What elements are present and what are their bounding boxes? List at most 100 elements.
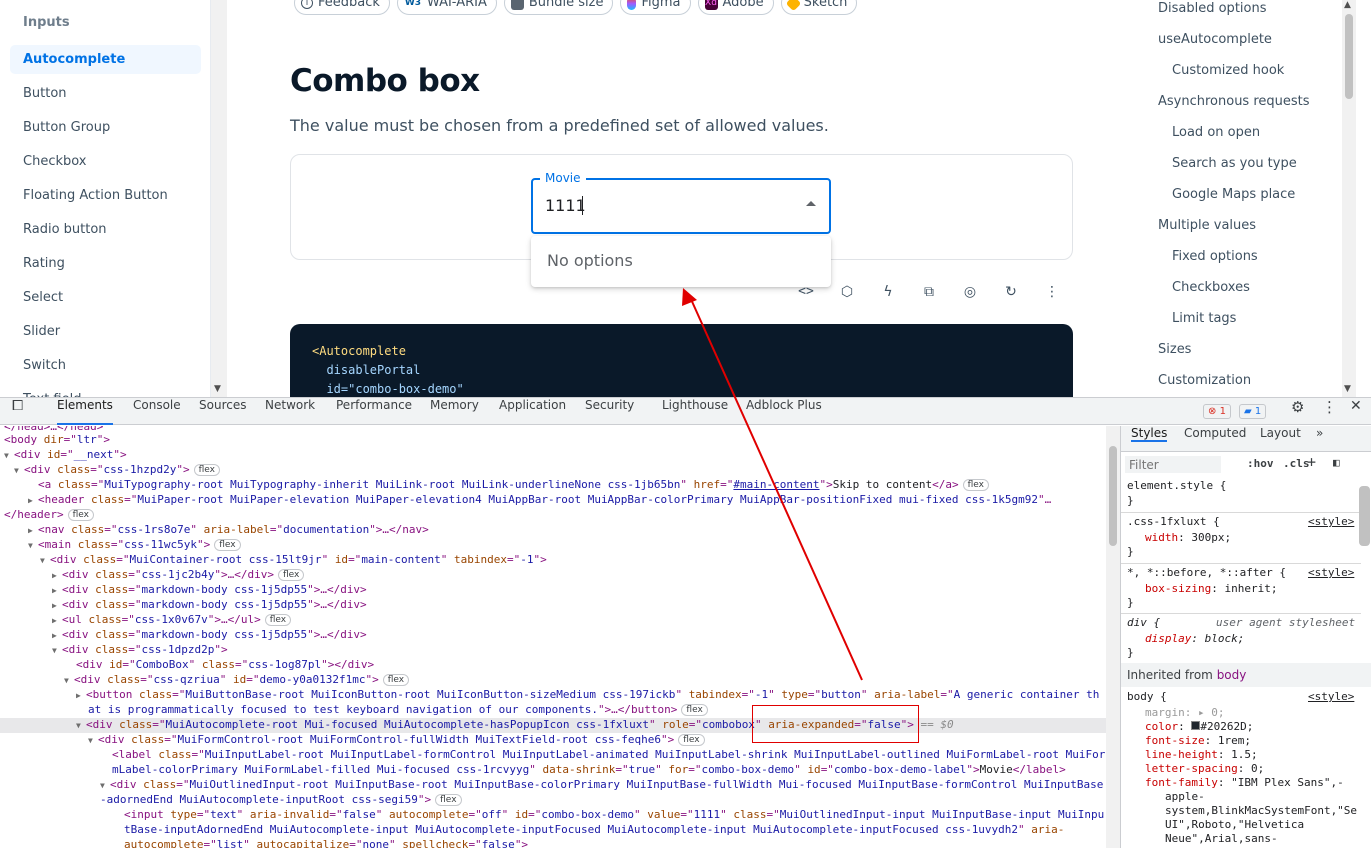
dom-node[interactable]: ▶ <ul class="css-1x0v67v">…</ul> flex (0, 613, 1106, 628)
style-declaration[interactable]: font-family: "IBM Plex Sans",- (1145, 776, 1344, 790)
dom-node-selected[interactable]: ▼ <div class="MuiAutocomplete-root Mui-fo… (0, 718, 1106, 733)
style-declaration[interactable]: margin: ▸ 0; (1145, 706, 1224, 720)
copy-icon[interactable]: ⧉ (919, 282, 939, 302)
device-toolbar-icon[interactable]: ⧠ (12, 398, 23, 425)
toc-item[interactable]: Load on open (1172, 125, 1260, 140)
flex-badge[interactable]: flex (193, 464, 220, 476)
dom-node[interactable]: <label class="MuiInputLabel-root MuiInpu… (0, 748, 1106, 763)
tab-adblock-plus[interactable]: Adblock Plus (746, 398, 822, 425)
toggle-sidebar-icon[interactable]: ◧ (1333, 456, 1340, 470)
error-count-badge[interactable]: ⊗ 1 (1203, 404, 1231, 419)
tab-application[interactable]: Application (499, 398, 566, 425)
focus-icon[interactable]: ◎ (960, 282, 980, 302)
dom-node[interactable]: ▼ <div class="MuiContainer-root css-15lt9… (0, 553, 1106, 568)
more-vert-icon[interactable]: ⋮ (1042, 282, 1062, 302)
elements-scrollbar[interactable] (1106, 426, 1120, 848)
dom-node[interactable]: ▶ <div class="markdown-body css-1j5dp55">… (0, 628, 1106, 643)
style-declaration[interactable]: line-height: 1.5; (1145, 748, 1258, 762)
flex-badge[interactable]: flex (264, 614, 292, 626)
sidebar-item-select[interactable]: Select (10, 283, 201, 312)
page-scrollbar[interactable]: ▲ ▼ (1342, 0, 1356, 397)
dom-node[interactable]: ▶ <div class="css-1jc2b4y">…</div> flex (0, 568, 1106, 583)
more-tabs-icon[interactable]: » (1316, 426, 1323, 440)
codesandbox-icon[interactable]: ⬡ (837, 282, 857, 302)
scroll-down-icon[interactable]: ▼ (1344, 384, 1351, 394)
dom-node[interactable]: ▶ <header class="MuiPaper-root MuiPaper-e… (0, 493, 1106, 508)
scroll-thumb[interactable] (1345, 14, 1353, 99)
settings-gear-icon[interactable]: ⚙ (1291, 398, 1304, 425)
wai-aria-chip[interactable]: W3 WAI-ARIA (396, 0, 497, 15)
toc-item[interactable]: Sizes (1158, 342, 1191, 357)
toc-item[interactable]: Asynchronous requests (1158, 94, 1310, 109)
dom-node[interactable]: </header> flex (0, 508, 1106, 523)
class-toggle[interactable]: .cls (1283, 457, 1310, 471)
message-count-badge[interactable]: ▰ 1 (1239, 404, 1267, 419)
dom-node[interactable]: ▼ <div class="css-qzriua" id="demo-y0a013… (0, 673, 1106, 688)
sketch-chip[interactable]: Sketch (780, 0, 858, 15)
tab-network[interactable]: Network (265, 398, 315, 425)
toc-item[interactable]: Google Maps place (1172, 187, 1295, 202)
reset-icon[interactable]: ↻ (1001, 282, 1021, 302)
dom-node[interactable]: <div id="ComboBox" class="css-1og87pl"><… (0, 658, 1106, 673)
sidebar-item-switch[interactable]: Switch (10, 351, 201, 380)
dom-node[interactable]: ▶ <nav class="css-1rs8o7e" aria-label="do… (0, 523, 1106, 538)
flex-badge[interactable]: flex (435, 794, 462, 806)
sidebar-item-fab[interactable]: Floating Action Button (10, 181, 201, 210)
flex-badge[interactable]: flex (277, 569, 305, 581)
tab-layout[interactable]: Layout (1260, 426, 1301, 440)
dom-node[interactable]: ▼ <div class="css-1hzpd2y"> flex (0, 463, 1106, 478)
inherited-element[interactable]: body (1217, 668, 1247, 682)
style-declaration[interactable]: letter-spacing: 0; (1145, 762, 1264, 776)
style-declaration[interactable]: width: 300px; (1145, 531, 1231, 545)
tab-performance[interactable]: Performance (336, 398, 412, 425)
tab-sources[interactable]: Sources (199, 398, 246, 425)
stackblitz-icon[interactable]: ϟ (878, 282, 898, 302)
flex-badge[interactable]: flex (678, 734, 705, 746)
dom-node[interactable]: ▶ <button class="MuiButtonBase-root MuiIc… (0, 688, 1106, 703)
sidebar-item-radio[interactable]: Radio button (10, 215, 201, 244)
figma-chip[interactable]: Figma (620, 0, 691, 15)
sidebar-item-button[interactable]: Button (10, 79, 201, 108)
scroll-up-icon[interactable]: ▲ (1344, 0, 1351, 10)
sidebar-item-button-group[interactable]: Button Group (10, 113, 201, 142)
style-declaration[interactable]: box-sizing: inherit; (1145, 582, 1277, 596)
movie-field-value[interactable]: 1111 (545, 196, 586, 215)
toc-item[interactable]: Checkboxes (1172, 280, 1250, 295)
flex-badge[interactable]: flex (382, 674, 410, 686)
tab-security[interactable]: Security (585, 398, 634, 425)
sidebar-item-checkbox[interactable]: Checkbox (10, 147, 201, 176)
tab-styles[interactable]: Styles (1131, 426, 1168, 442)
styles-filter-input[interactable] (1125, 456, 1221, 473)
dom-node[interactable]: ▼ <div class="css-1dpzd2p"> (0, 643, 1106, 658)
style-source-link[interactable]: <style> (1308, 566, 1354, 580)
sidebar-item-slider[interactable]: Slider (10, 317, 201, 346)
more-vert-icon[interactable]: ⋮ (1322, 398, 1337, 425)
style-source-link[interactable]: <style> (1308, 690, 1354, 704)
sidebar-scrollbar[interactable]: ▼ (211, 0, 227, 397)
toc-item[interactable]: Search as you type (1172, 156, 1297, 171)
sidebar-item-autocomplete[interactable]: Autocomplete (10, 45, 201, 74)
toc-item[interactable]: Limit tags (1172, 311, 1236, 326)
toc-item[interactable]: Fixed options (1172, 249, 1258, 264)
dom-node[interactable]: <body dir="ltr"> (0, 433, 1106, 448)
code-icon[interactable]: <> (796, 282, 816, 302)
scroll-down-icon[interactable]: ▼ (214, 384, 221, 394)
dom-node[interactable]: <input type="text" aria-invalid="false" … (0, 808, 1106, 823)
dom-node[interactable]: ▼ <div class="MuiFormControl-root MuiForm… (0, 733, 1106, 748)
dom-node[interactable]: ▼ <div class="MuiOutlinedInput-root MuiIn… (0, 778, 1106, 793)
toc-item[interactable]: Customized hook (1172, 63, 1284, 78)
flex-badge[interactable]: flex (214, 539, 241, 551)
dom-node[interactable]: <a class="MuiTypography-root MuiTypograp… (0, 478, 1106, 493)
hover-state-toggle[interactable]: :hov (1247, 457, 1274, 471)
dom-node[interactable]: ▼ <main class="css-11wc5yk"> flex (0, 538, 1106, 553)
tab-lighthouse[interactable]: Lighthouse (662, 398, 728, 425)
bundle-size-chip[interactable]: Bundle size (503, 0, 614, 15)
dom-node[interactable]: ▼ <div id="__next"> (0, 448, 1106, 463)
flex-badge[interactable]: flex (681, 704, 708, 716)
feedback-chip[interactable]: i Feedback (294, 0, 390, 15)
adobe-chip[interactable]: Xd Adobe (697, 0, 774, 15)
toc-item[interactable]: Customization (1158, 373, 1251, 388)
sidebar-item-rating[interactable]: Rating (10, 249, 201, 278)
tab-memory[interactable]: Memory (430, 398, 479, 425)
scroll-thumb[interactable] (1109, 446, 1117, 546)
